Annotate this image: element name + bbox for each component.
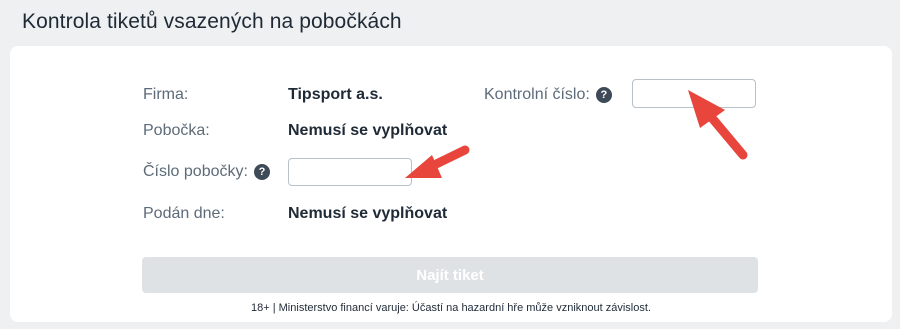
kontrolni-cislo-input[interactable] (632, 79, 756, 108)
kontrolni-cislo-label: Kontrolní číslo:? (484, 86, 612, 104)
gambling-warning: 18+ | Ministerstvo financí varuje: Účast… (251, 302, 651, 314)
page-title: Kontrola tiketů vsazených na pobočkách (22, 10, 402, 33)
kontrolni-cislo-label-text: Kontrolní číslo: (484, 86, 590, 103)
firma-label: Firma: (143, 86, 189, 103)
cislo-pobocky-label-text: Číslo pobočky: (143, 163, 248, 180)
pobocka-label: Pobočka: (143, 122, 210, 139)
podan-dne-value: Nemusí se vyplňovat (288, 205, 448, 222)
podan-dne-label: Podán dne: (143, 205, 225, 222)
cislo-pobocky-input[interactable] (288, 158, 412, 186)
ticket-check-form: Firma: Tipsport a.s. Pobočka: Nemusí se … (10, 46, 892, 322)
cislo-pobocky-label: Číslo pobočky:? (143, 163, 270, 181)
help-icon[interactable]: ? (253, 164, 270, 180)
firma-value: Tipsport a.s. (288, 86, 383, 103)
help-icon[interactable]: ? (595, 87, 612, 103)
pobocka-value: Nemusí se vyplňovat (288, 122, 448, 139)
find-ticket-button[interactable]: Najít tiket (142, 257, 758, 293)
